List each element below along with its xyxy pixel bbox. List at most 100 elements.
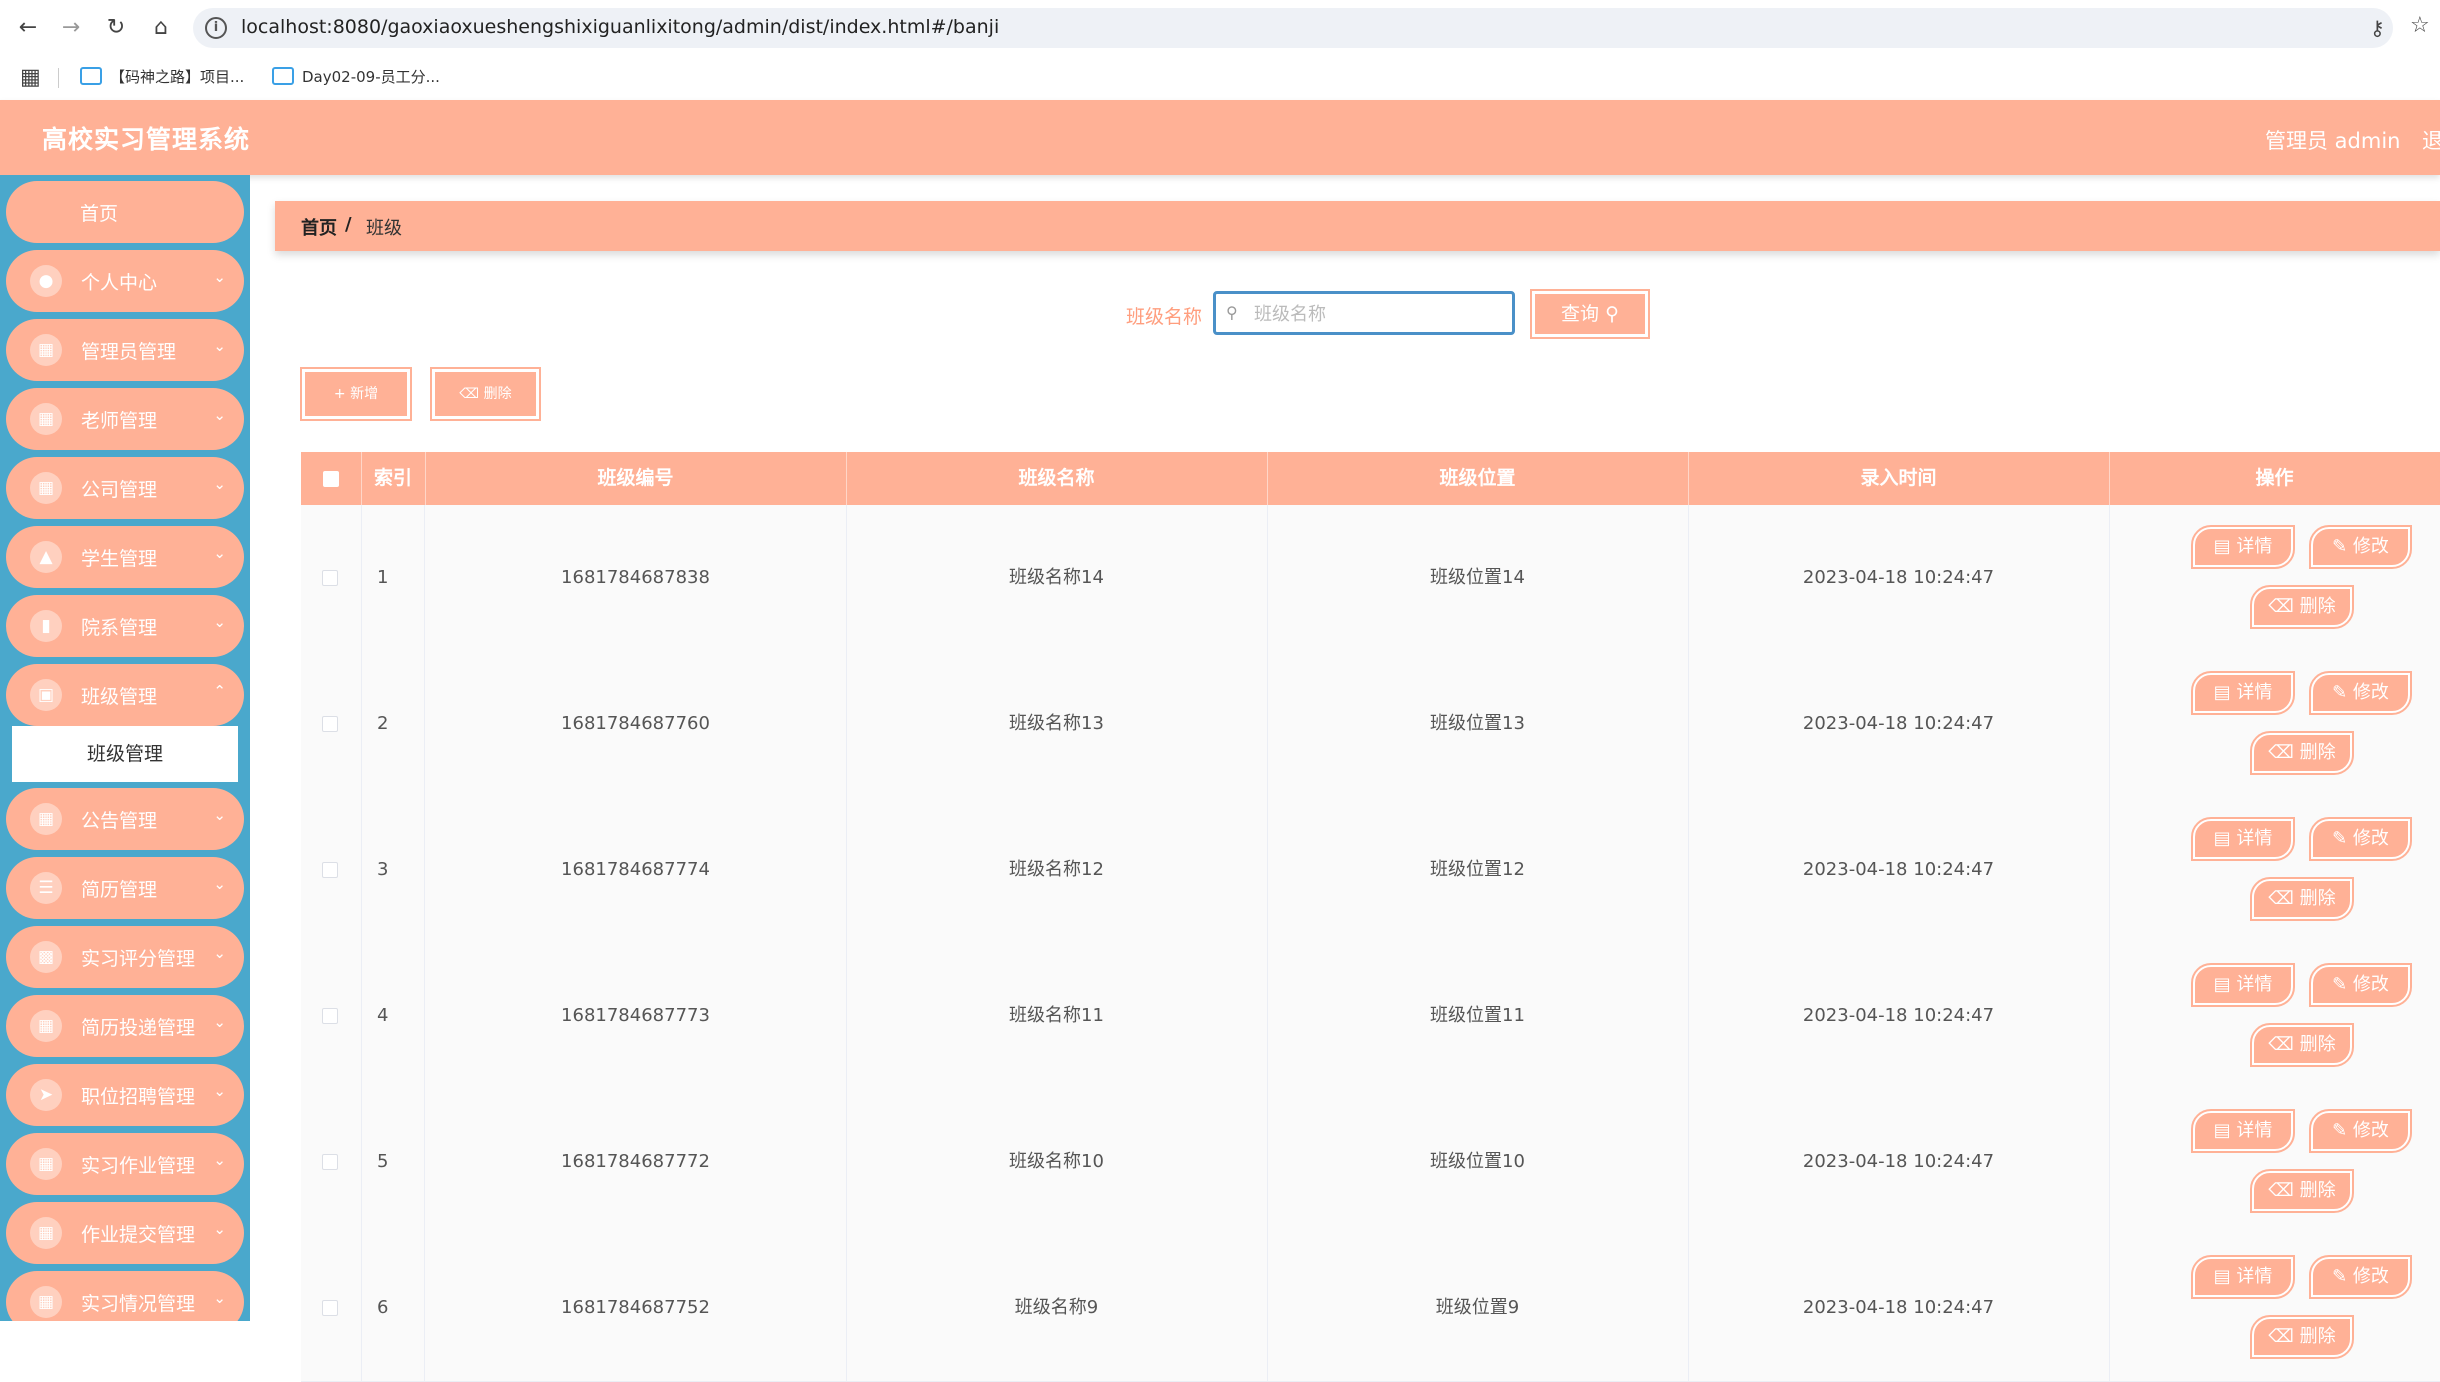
user-icon: ●: [30, 265, 62, 297]
batch-delete-button[interactable]: ⌫ 删除: [430, 367, 541, 421]
back-icon[interactable]: ←: [14, 14, 42, 42]
row-checkbox[interactable]: [322, 716, 338, 732]
document-icon: ▤: [2213, 1120, 2237, 1141]
sidebar-item-label: 作业提交管理: [81, 1224, 196, 1246]
sidebar-item-company[interactable]: ▦ 公司管理 ⌄: [6, 457, 244, 519]
cell-name: 班级名称11: [846, 943, 1268, 1089]
grid-icon: ▦: [30, 1148, 62, 1180]
row-checkbox[interactable]: [322, 570, 338, 586]
delete-button[interactable]: ⌫ 删除: [2250, 585, 2354, 629]
sidebar-item-homework[interactable]: ▦ 实习作业管理 ⌄: [6, 1133, 244, 1195]
sidebar-item-label: 职位招聘管理: [81, 1086, 196, 1108]
delete-button[interactable]: ⌫ 删除: [2250, 1023, 2354, 1067]
edit-button-label: 修改: [2352, 828, 2389, 849]
sidebar-item-resume-delivery[interactable]: ▦ 简历投递管理 ⌄: [6, 995, 244, 1057]
cell-time: 2023-04-18 10:24:47: [1688, 1089, 2110, 1235]
sidebar-item-department[interactable]: ▮ 院系管理 ⌄: [6, 595, 244, 657]
edit-button[interactable]: ✎ 修改: [2309, 963, 2412, 1007]
bookmark-item[interactable]: 【码神之路】项目...: [80, 66, 244, 87]
sidebar-item-internship-status[interactable]: ▦ 实习情况管理 ⌄: [6, 1271, 244, 1321]
info-icon[interactable]: i: [205, 17, 227, 39]
sidebar-item-notice[interactable]: ▦ 公告管理 ⌄: [6, 788, 244, 850]
chevron-down-icon: ⌄: [213, 475, 226, 493]
row-checkbox[interactable]: [322, 862, 338, 878]
sidebar-item-student[interactable]: ▲ 学生管理 ⌄: [6, 526, 244, 588]
detail-button[interactable]: ▤ 详情: [2191, 963, 2295, 1007]
pencil-icon: ✎: [2332, 1120, 2353, 1141]
detail-button[interactable]: ▤ 详情: [2191, 525, 2295, 569]
query-button[interactable]: 查询 ⚲: [1530, 289, 1650, 339]
sidebar-item-homework-submit[interactable]: ▦ 作业提交管理 ⌄: [6, 1202, 244, 1264]
table-row: 3 1681784687774 班级名称12 班级位置12 2023-04-18 10:…: [301, 797, 2440, 944]
user-label[interactable]: 管理员 admin: [2265, 125, 2400, 155]
sidebar-item-label: 公司管理: [81, 479, 158, 501]
detail-button[interactable]: ▤ 详情: [2191, 671, 2295, 715]
sidebar-item-internship-score[interactable]: ▩ 实习评分管理 ⌄: [6, 926, 244, 988]
sidebar-item-label: 学生管理: [81, 548, 158, 570]
header-select-cell: [301, 452, 362, 505]
reload-icon[interactable]: ↻: [102, 14, 130, 42]
sidebar-item-resume[interactable]: ☰ 简历管理 ⌄: [6, 857, 244, 919]
chevron-down-icon: ⌄: [213, 613, 226, 631]
forward-icon[interactable]: →: [57, 14, 85, 42]
edit-button[interactable]: ✎ 修改: [2309, 817, 2412, 861]
cell-time: 2023-04-18 10:24:47: [1688, 943, 2110, 1089]
row-checkbox[interactable]: [322, 1154, 338, 1170]
bookmark-star-icon[interactable]: ☆: [2410, 13, 2430, 38]
edit-button[interactable]: ✎ 修改: [2309, 1255, 2412, 1299]
table-row: 2 1681784687760 班级名称13 班级位置13 2023-04-18 10:…: [301, 651, 2440, 798]
table-row: 6 1681784687752 班级名称9 班级位置9 2023-04-18 10:24…: [301, 1235, 2440, 1382]
sidebar-item-label: 院系管理: [81, 617, 158, 639]
row-checkbox[interactable]: [322, 1008, 338, 1024]
sidebar-item-label: 实习作业管理: [81, 1155, 196, 1177]
row-select-cell: [301, 1235, 362, 1381]
sidebar-item-home[interactable]: 首页: [6, 181, 244, 243]
cell-location: 班级位置11: [1267, 943, 1689, 1089]
bookmark-item[interactable]: Day02-09-员工分...: [272, 66, 440, 87]
edit-button[interactable]: ✎ 修改: [2309, 671, 2412, 715]
search-box[interactable]: ⚲: [1213, 291, 1515, 335]
delete-button-label: 删除: [2299, 596, 2336, 617]
sidebar-item-class[interactable]: ▣ 班级管理 ⌃: [6, 664, 244, 726]
cell-time: 2023-04-18 10:24:47: [1688, 797, 2110, 943]
cell-name: 班级名称10: [846, 1089, 1268, 1235]
address-bar[interactable]: i localhost:8080/gaoxiaoxueshengshixigua…: [193, 8, 2393, 48]
row-select-cell: [301, 1089, 362, 1235]
url-text[interactable]: localhost:8080/gaoxiaoxueshengshixiguanl…: [241, 16, 999, 38]
sidebar-item-job-recruit[interactable]: ➤ 职位招聘管理 ⌄: [6, 1064, 244, 1126]
sidebar-item-admin[interactable]: ▦ 管理员管理 ⌄: [6, 319, 244, 381]
delete-button[interactable]: ⌫ 删除: [2250, 1169, 2354, 1213]
detail-button[interactable]: ▤ 详情: [2191, 1255, 2295, 1299]
detail-button-label: 详情: [2236, 1266, 2273, 1287]
password-key-icon[interactable]: ⚷: [2370, 16, 2385, 40]
cell-time: 2023-04-18 10:24:47: [1688, 1235, 2110, 1381]
home-icon[interactable]: ⌂: [147, 14, 175, 42]
submenu-class-management[interactable]: 班级管理: [12, 726, 238, 782]
edit-button[interactable]: ✎ 修改: [2309, 525, 2412, 569]
cell-name: 班级名称14: [846, 505, 1268, 651]
bilibili-icon: [80, 67, 102, 85]
cell-code: 1681784687773: [425, 943, 847, 1089]
sidebar-item-personal-center[interactable]: ● 个人中心 ⌄: [6, 250, 244, 312]
detail-button[interactable]: ▤ 详情: [2191, 1109, 2295, 1153]
delete-button[interactable]: ⌫ 删除: [2250, 1315, 2354, 1359]
pencil-icon: ✎: [2332, 1266, 2353, 1287]
add-button[interactable]: + 新增: [300, 367, 412, 421]
delete-button[interactable]: ⌫ 删除: [2250, 877, 2354, 921]
sidebar-item-teacher[interactable]: ▦ 老师管理 ⌄: [6, 388, 244, 450]
detail-button[interactable]: ▤ 详情: [2191, 817, 2295, 861]
grid-icon: ▦: [30, 1217, 62, 1249]
pencil-icon: ✎: [2332, 682, 2353, 703]
column-header: 操作: [2255, 467, 2294, 489]
bookmarks-bar: ▦ 【码神之路】项目... Day02-09-员工分...: [0, 56, 2440, 100]
edit-button[interactable]: ✎ 修改: [2309, 1109, 2412, 1153]
logout-link[interactable]: 退: [2422, 125, 2440, 155]
select-all-checkbox[interactable]: [323, 471, 339, 487]
breadcrumb-home[interactable]: 首页: [301, 214, 337, 240]
chevron-down-icon: ⌄: [213, 1220, 226, 1238]
search-input[interactable]: [1252, 300, 1506, 328]
row-checkbox[interactable]: [322, 1300, 338, 1316]
delete-button[interactable]: ⌫ 删除: [2250, 731, 2354, 775]
apps-grid-icon[interactable]: ▦: [20, 65, 41, 90]
cell-location: 班级位置9: [1267, 1235, 1689, 1381]
